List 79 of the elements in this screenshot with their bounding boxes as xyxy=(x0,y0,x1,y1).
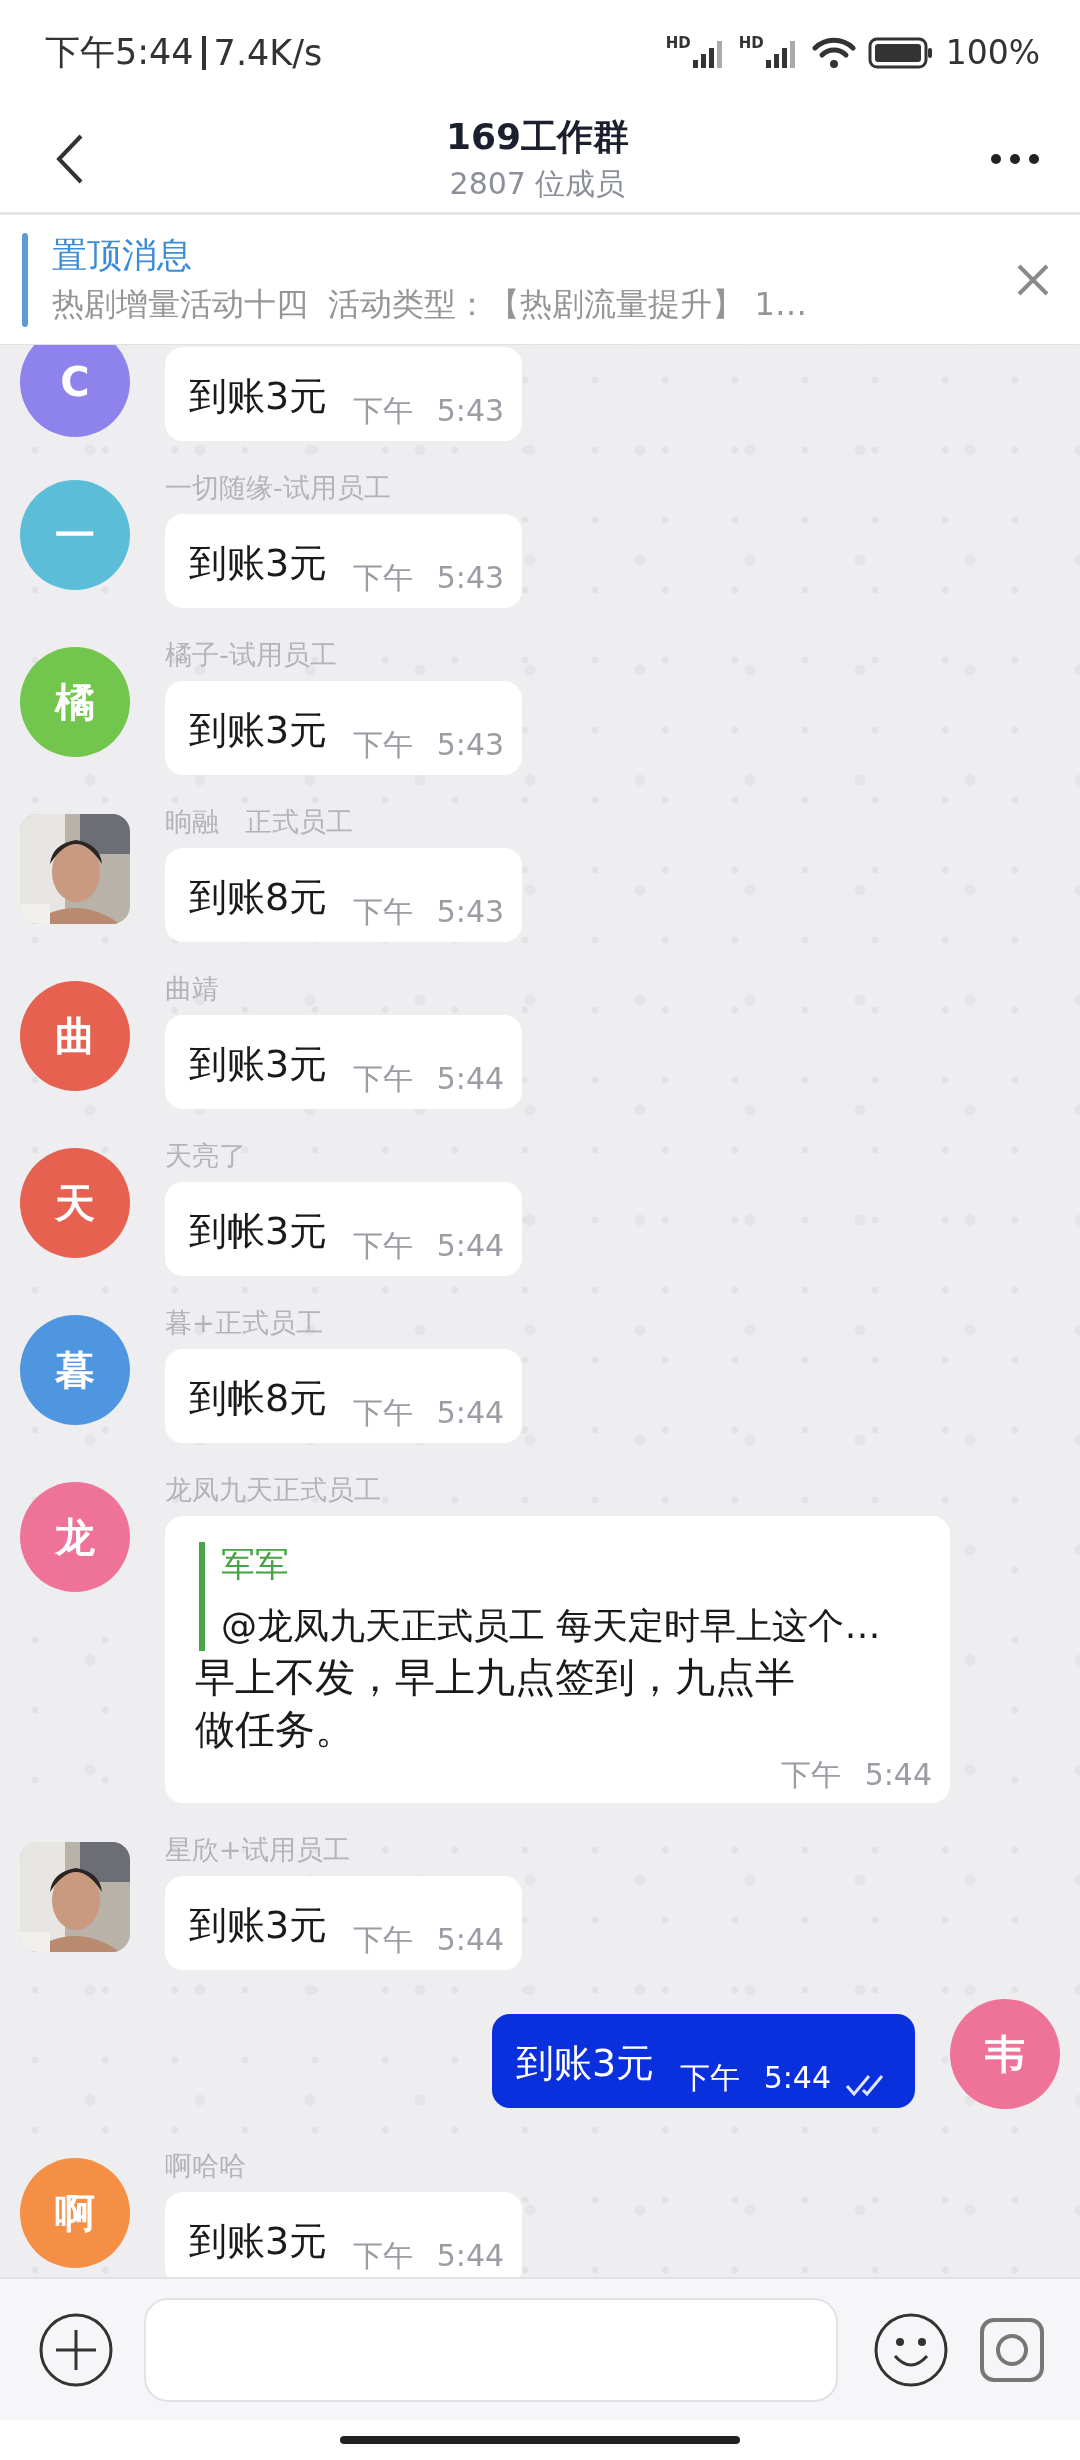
back-button[interactable] xyxy=(55,132,85,185)
avatar[interactable]: 龙 xyxy=(20,1482,130,1592)
pinned-title: 置顶消息 xyxy=(52,234,193,277)
avatar[interactable]: C xyxy=(20,345,130,437)
avatar[interactable]: 暮 xyxy=(20,1315,130,1425)
avatar[interactable]: 曲 xyxy=(20,981,130,1091)
message-time: 下午 5:44 xyxy=(353,1394,505,1432)
quoted-text: @龙凤九天正式员工 每天定时早上这个… xyxy=(221,1604,882,1648)
close-button[interactable] xyxy=(1016,262,1050,297)
message-bubble[interactable]: 军军 @龙凤九天正式员工 每天定时早上这个… 早上不发，早上九点签到，九点半做任务。 下午 5:44 xyxy=(165,1516,950,1803)
message-text: 到账3元 xyxy=(189,540,328,587)
separator-icon xyxy=(201,35,206,70)
message-bubble[interactable]: 到账3元 下午 5:43 xyxy=(165,681,523,775)
message-text: 到帐3元 xyxy=(189,1208,328,1255)
sender-name[interactable]: 曲靖 xyxy=(165,971,219,1007)
sender-name[interactable]: 一切随缘-试用员工 xyxy=(165,470,391,506)
message-time: 下午 5:44 xyxy=(781,1756,932,1794)
message-bubble[interactable]: 到账3元 下午 5:44 xyxy=(165,1015,523,1109)
message-bubble[interactable]: 到帐3元 下午 5:44 xyxy=(165,1182,523,1276)
wifi-icon xyxy=(811,35,856,70)
avatar[interactable]: 啊 xyxy=(20,2158,130,2268)
back-icon xyxy=(55,132,85,185)
message-text: 早上不发，早上九点签到，九点半做任务。 xyxy=(195,1653,796,1754)
message-text: 到账3元 xyxy=(189,373,328,420)
plus-icon xyxy=(38,2311,114,2388)
sender-name[interactable]: 天亮了 xyxy=(165,1138,246,1174)
chat-title: 169工作群 xyxy=(445,114,630,159)
avatar[interactable]: 橘 xyxy=(20,647,130,757)
message-time: 下午 5:44 xyxy=(353,1921,505,1959)
message-text: 到账3元 xyxy=(515,2040,655,2087)
clock-time: 下午5:44 xyxy=(45,31,194,74)
camera-icon xyxy=(979,2316,1045,2383)
add-button[interactable] xyxy=(38,2311,114,2388)
network-type-label: HD xyxy=(738,33,764,52)
network-type-label: HD xyxy=(665,33,691,52)
sender-name[interactable]: 星欣+试用员工 xyxy=(165,1832,350,1868)
message-bubble[interactable]: 到账3元 下午 5:44 xyxy=(165,2192,523,2277)
message-text: 到账3元 xyxy=(189,1041,328,1088)
sender-name[interactable]: 橘子-试用员工 xyxy=(165,637,337,673)
message-bubble[interactable]: 到账3元 下午 5:44 xyxy=(165,1876,523,1970)
message-text: 到账8元 xyxy=(189,874,328,921)
message-input[interactable] xyxy=(144,2297,838,2402)
sender-name[interactable]: 晌融 正式员工 xyxy=(165,804,353,840)
battery-percent: 100% xyxy=(945,33,1040,72)
quoted-author: 军军 xyxy=(221,1543,290,1586)
pinned-message[interactable]: 热剧增量活动十四 活动类型：【热剧流量提升】 1… xyxy=(52,283,992,327)
message-time: 下午 5:43 xyxy=(353,726,505,764)
camera-button[interactable] xyxy=(979,2316,1045,2383)
message-bubble[interactable]: 到账3元 下午 5:43 xyxy=(165,347,523,441)
message-bubble[interactable]: 到账3元 下午 5:43 xyxy=(165,514,523,608)
message-time: 下午 5:43 xyxy=(353,392,505,430)
battery-icon xyxy=(867,36,934,69)
member-count: 2807 位成员 xyxy=(449,164,626,203)
message-bubble[interactable]: 到帐8元 下午 5:44 xyxy=(165,1349,523,1443)
message-time: 下午 5:44 xyxy=(353,1227,505,1265)
message-time: 下午 5:43 xyxy=(353,893,505,931)
more-icon xyxy=(990,152,1040,165)
emoji-button[interactable] xyxy=(873,2311,949,2388)
message-bubble[interactable]: 到账3元 下午 5:44 xyxy=(491,2014,915,2108)
avatar[interactable]: 一 xyxy=(20,480,130,590)
message-bubble[interactable]: 到账8元 下午 5:43 xyxy=(165,848,523,942)
message-time: 下午 5:44 xyxy=(680,2059,831,2097)
more-button[interactable] xyxy=(990,152,1040,165)
sender-name[interactable]: 龙凤九天正式员工 xyxy=(165,1472,381,1508)
message-text: 到账3元 xyxy=(189,707,328,754)
network-speed: 7.4K/s xyxy=(213,32,323,73)
smiley-icon xyxy=(873,2311,949,2388)
close-icon xyxy=(1016,262,1050,297)
message-text: 到账3元 xyxy=(189,2218,328,2265)
quoted-message[interactable]: 军军 @龙凤九天正式员工 每天定时早上这个… xyxy=(199,1542,932,1651)
message-time: 下午 5:43 xyxy=(353,559,505,597)
message-text: 到帐8元 xyxy=(189,1375,328,1422)
message-time: 下午 5:44 xyxy=(353,2237,505,2275)
sender-name[interactable]: 啊哈哈 xyxy=(165,2148,246,2184)
avatar[interactable]: 韦 xyxy=(950,1999,1060,2109)
sender-name[interactable]: 暮+正式员工 xyxy=(165,1305,323,1341)
avatar[interactable]: 天 xyxy=(20,1148,130,1258)
message-text: 到账3元 xyxy=(189,1902,328,1949)
message-time: 下午 5:44 xyxy=(353,1060,505,1098)
